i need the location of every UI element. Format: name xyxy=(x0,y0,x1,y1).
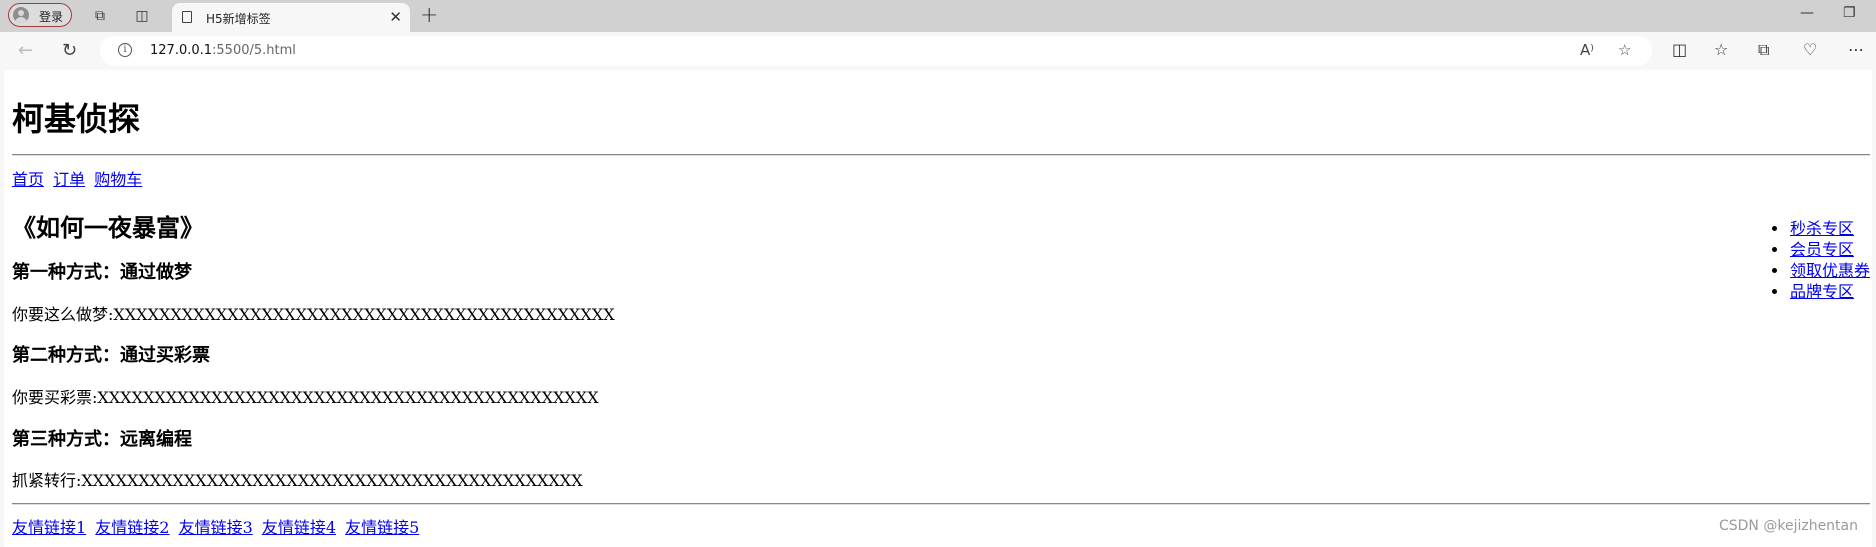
divider xyxy=(12,503,1870,505)
friend-link[interactable]: 友情链接5 xyxy=(345,518,419,537)
favorites-icon[interactable]: ☆ xyxy=(1714,40,1728,59)
vertical-tabs-icon[interactable]: ◫ xyxy=(132,6,152,26)
browser-essentials-icon[interactable]: ♡ xyxy=(1803,40,1817,59)
friend-link[interactable]: 友情链接2 xyxy=(95,518,169,537)
watermark: CSDN @kejizhentan xyxy=(1718,518,1858,534)
list-item: 秒杀专区 xyxy=(1768,218,1870,239)
minimize-icon[interactable]: — xyxy=(1800,5,1814,21)
address-bar[interactable]: i 127.0.0.1:5500/5.html A⁾ ☆ xyxy=(100,36,1652,66)
friend-link[interactable]: 友情链接4 xyxy=(262,518,336,537)
refresh-icon[interactable]: ↻ xyxy=(62,40,77,61)
profile-button[interactable]: 登录 xyxy=(8,3,72,27)
workspaces-icon[interactable]: ⧉ xyxy=(90,6,110,26)
new-tab-icon[interactable]: + xyxy=(420,3,438,28)
read-aloud-icon[interactable]: A⁾ xyxy=(1580,41,1594,59)
nav-link-cart[interactable]: 购物车 xyxy=(94,170,142,189)
close-tab-icon[interactable]: ✕ xyxy=(389,8,402,26)
list-item: 品牌专区 xyxy=(1768,281,1870,302)
profile-label: 登录 xyxy=(39,10,64,24)
site-title: 柯基侦探 xyxy=(12,100,141,138)
back-icon[interactable]: ← xyxy=(18,40,33,61)
top-nav: 首页 订单 购物车 xyxy=(12,166,146,190)
divider xyxy=(12,154,1870,156)
site-info-icon[interactable]: i xyxy=(118,43,132,57)
restore-icon[interactable]: ❐ xyxy=(1843,5,1856,21)
article-title: 《如何一夜暴富》 xyxy=(12,213,204,242)
friend-link[interactable]: 友情链接3 xyxy=(179,518,253,537)
browser-tab-strip: 登录 ⧉ ◫ H5新增标签 ✕ + — ❐ xyxy=(0,0,1876,32)
tab-active[interactable]: H5新增标签 ✕ xyxy=(172,3,410,32)
friend-link[interactable]: 友情链接1 xyxy=(12,518,86,537)
sidebar-link-flash-sale[interactable]: 秒杀专区 xyxy=(1790,219,1854,238)
web-page: 柯基侦探 首页 订单 购物车 《如何一夜暴富》 第一种方式：通过做梦 你要这么做… xyxy=(4,70,1872,547)
url-text: 127.0.0.1:5500/5.html xyxy=(150,43,296,58)
section-heading: 第三种方式：远离编程 xyxy=(12,429,192,450)
split-screen-icon[interactable]: ◫ xyxy=(1672,40,1687,59)
tab-title: H5新增标签 xyxy=(206,12,271,26)
nav-link-orders[interactable]: 订单 xyxy=(53,170,85,189)
section-text: 你要买彩票:XXXXXXXXXXXXXXXXXXXXXXXXXXXXXXXXXX… xyxy=(12,388,599,407)
nav-link-home[interactable]: 首页 xyxy=(12,170,44,189)
list-item: 领取优惠券 xyxy=(1768,260,1870,281)
section-heading: 第一种方式：通过做梦 xyxy=(12,262,192,283)
list-item: 会员专区 xyxy=(1768,239,1870,260)
sidebar-link-members[interactable]: 会员专区 xyxy=(1790,240,1854,259)
sidebar-list: 秒杀专区 会员专区 领取优惠券 品牌专区 xyxy=(1768,218,1870,302)
more-menu-icon[interactable]: ⋯ xyxy=(1848,40,1864,59)
collections-icon[interactable]: ⧉ xyxy=(1758,40,1769,60)
sidebar-link-coupons[interactable]: 领取优惠券 xyxy=(1790,261,1870,280)
section-heading: 第二种方式：通过买彩票 xyxy=(12,345,210,366)
address-toolbar: ← ↻ i 127.0.0.1:5500/5.html A⁾ ☆ ◫ ☆ ⧉ ♡… xyxy=(0,32,1876,70)
favorite-star-icon[interactable]: ☆ xyxy=(1618,41,1631,59)
section-text: 抓紧转行:XXXXXXXXXXXXXXXXXXXXXXXXXXXXXXXXXXX… xyxy=(12,471,583,490)
section-text: 你要这么做梦:XXXXXXXXXXXXXXXXXXXXXXXXXXXXXXXXX… xyxy=(12,305,615,324)
avatar-icon xyxy=(13,7,29,23)
sidebar-link-brands[interactable]: 品牌专区 xyxy=(1790,282,1854,301)
document-icon xyxy=(182,11,192,23)
friend-links: 友情链接1 友情链接2 友情链接3 友情链接4 友情链接5 xyxy=(12,514,423,538)
